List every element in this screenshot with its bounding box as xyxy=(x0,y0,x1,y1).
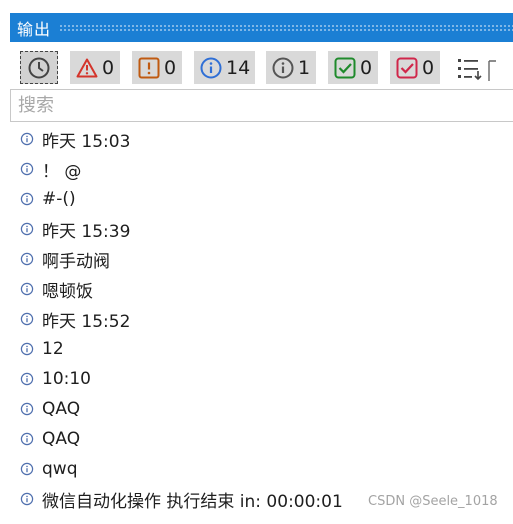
error-filter-button[interactable]: 0 xyxy=(70,51,120,84)
info-count: 14 xyxy=(226,56,251,79)
log-entry[interactable]: QAQ xyxy=(10,394,513,424)
list-filter-button[interactable] xyxy=(458,57,498,85)
warning-square-icon xyxy=(138,57,160,78)
info-icon xyxy=(20,222,34,236)
log-entry-text: 昨天 15:03 xyxy=(42,131,131,152)
output-panel-titlebar[interactable]: 输出 xyxy=(10,13,513,42)
info-icon xyxy=(20,132,34,146)
info-icon xyxy=(20,342,34,356)
success-count: 0 xyxy=(360,56,373,79)
info-icon xyxy=(20,162,34,176)
log-entry-text: ！ @ xyxy=(42,161,82,182)
log-entry[interactable]: QAQ xyxy=(10,424,513,454)
warning-filter-button[interactable]: 0 xyxy=(132,51,182,84)
info-icon xyxy=(20,462,34,476)
log-entry[interactable]: ！ @ xyxy=(10,154,513,184)
clock-icon xyxy=(28,57,50,78)
log-entry-text: #-() xyxy=(42,189,76,209)
info-icon xyxy=(20,282,34,296)
log-entry-text: QAQ xyxy=(42,429,81,449)
debug-info-icon xyxy=(272,57,294,78)
timestamp-toggle-button[interactable] xyxy=(20,51,58,84)
warning-count: 0 xyxy=(164,56,177,79)
failure-count: 0 xyxy=(422,56,435,79)
log-entry[interactable]: 昨天 15:52 xyxy=(10,304,513,334)
search-input[interactable] xyxy=(11,90,513,121)
log-entry-text: 微信自动化操作 执行结束 in: 00:00:01 xyxy=(42,491,343,512)
watermark-text: CSDN @Seele_1018 xyxy=(368,494,498,509)
info-icon xyxy=(20,492,34,506)
success-filter-button[interactable]: 0 xyxy=(328,51,378,84)
drag-grip[interactable] xyxy=(59,24,513,31)
log-entry-text: 啊手动阀 xyxy=(42,251,110,272)
info-icon xyxy=(20,192,34,206)
log-entry-text: 嗯顿饭 xyxy=(42,281,93,302)
log-entry[interactable]: 嗯顿饭 xyxy=(10,274,513,304)
panel-title: 输出 xyxy=(17,19,52,39)
debug-filter-button[interactable]: 1 xyxy=(266,51,316,84)
log-entry[interactable]: 10:10 xyxy=(10,364,513,394)
failure-filter-button[interactable]: 0 xyxy=(390,51,440,84)
info-icon xyxy=(20,402,34,416)
log-entry[interactable]: qwq xyxy=(10,454,513,484)
info-icon xyxy=(20,252,34,266)
log-entry[interactable]: 12 xyxy=(10,334,513,364)
filter-toolbar: 0 0 14 1 0 0 xyxy=(10,45,513,89)
list-sort-icon xyxy=(458,59,496,81)
search-box[interactable] xyxy=(10,89,513,122)
log-entry-text: 昨天 15:39 xyxy=(42,221,131,242)
info-icon xyxy=(200,57,222,78)
error-triangle-icon xyxy=(76,58,98,77)
output-log-list[interactable]: 昨天 15:03 ！ @ #-() 昨天 15:39 啊手动阀嗯顿饭昨天 15:52 12… xyxy=(10,124,513,514)
info-icon xyxy=(20,432,34,446)
info-icon xyxy=(20,372,34,386)
log-entry-text: 12 xyxy=(42,339,64,359)
failure-check-icon xyxy=(396,57,418,78)
info-filter-button[interactable]: 14 xyxy=(194,51,255,84)
log-entry[interactable]: #-() xyxy=(10,184,513,214)
log-entry-text: 10:10 xyxy=(42,369,91,389)
log-entry[interactable]: 啊手动阀 xyxy=(10,244,513,274)
log-entry-text: 昨天 15:52 xyxy=(42,311,131,332)
log-entry[interactable]: 昨天 15:03 xyxy=(10,124,513,154)
error-count: 0 xyxy=(102,56,115,79)
log-entry-text: qwq xyxy=(42,459,78,479)
success-check-icon xyxy=(334,57,356,78)
log-entry-text: QAQ xyxy=(42,399,81,419)
log-entry[interactable]: 昨天 15:39 xyxy=(10,214,513,244)
debug-count: 1 xyxy=(298,56,311,79)
info-icon xyxy=(20,312,34,326)
